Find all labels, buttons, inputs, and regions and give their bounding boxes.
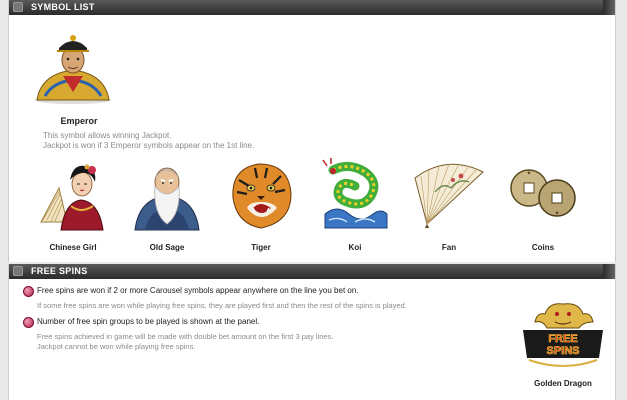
free-spins-note-2: Free spins achieved in game will be made… — [37, 332, 333, 352]
koi-icon — [322, 158, 388, 229]
golden-dragon-label: Golden Dragon — [534, 379, 592, 388]
svg-text:✦: ✦ — [554, 210, 559, 217]
section-header-free-spins: FREE SPINS — [9, 264, 615, 279]
symbol-label: Tiger — [251, 243, 271, 252]
free-spins-panel: FREE SPINS Free spins are won if 2 or mo… — [8, 264, 616, 400]
section-title: SYMBOL LIST — [31, 2, 95, 12]
header-cap — [603, 264, 615, 279]
tiger-icon — [232, 163, 292, 229]
free-spins-logo-text: FREE SPINS — [546, 333, 579, 357]
emperor-name: Emperor — [60, 116, 98, 126]
emperor-desc-line2: Jackpot is won if 3 Emperor symbols appe… — [43, 141, 255, 150]
header-cap — [603, 0, 615, 15]
free-spins-note-1: If some free spins are won while playing… — [37, 301, 407, 310]
bullet-icon — [23, 317, 34, 328]
symbol-label: Old Sage — [149, 243, 185, 252]
emperor-description: This symbol allows winning Jackpot. Jack… — [43, 131, 254, 151]
symbol-label: Chinese Girl — [49, 243, 97, 252]
free-spins-rule-2: Number of free spin groups to be played … — [37, 317, 260, 326]
bullet-icon — [23, 286, 34, 297]
section-title: FREE SPINS — [31, 266, 88, 276]
symbol-list-panel: SYMBOL LIST Emperor This symbol allows w… — [8, 0, 616, 262]
symbol-label: Koi — [348, 243, 362, 252]
coins-icon: ✦ ✦ — [510, 169, 576, 217]
section-header-symbol-list: SYMBOL LIST — [9, 0, 615, 15]
symbol-old-sage: Old Sage — [121, 158, 213, 258]
free-spins-rule-1: Free spins are won if 2 or more Carousel… — [37, 286, 359, 295]
symbol-tiger: Tiger — [215, 158, 307, 258]
old-sage-icon — [134, 167, 200, 231]
free-spins-note-2-line2: Jackpot cannot be won while playing free… — [37, 342, 196, 351]
chinese-girl-icon — [40, 164, 104, 231]
symbol-label: Coins — [531, 243, 555, 252]
fan-icon — [414, 163, 484, 228]
emperor-icon — [35, 35, 111, 104]
symbol-chinese-girl: Chinese Girl — [27, 158, 119, 258]
symbol-coins: ✦ ✦ Coins — [497, 158, 589, 258]
golden-dragon-icon: FREE SPINS — [523, 303, 603, 367]
free-spins-note-2-line1: Free spins achieved in game will be made… — [37, 332, 334, 341]
symbol-label: Fan — [441, 243, 457, 252]
emperor-desc-line1: This symbol allows winning Jackpot. — [43, 131, 172, 140]
svg-text:✦: ✦ — [526, 170, 531, 177]
symbol-fan: Fan — [403, 158, 495, 258]
symbol-koi: Koi — [309, 158, 401, 258]
